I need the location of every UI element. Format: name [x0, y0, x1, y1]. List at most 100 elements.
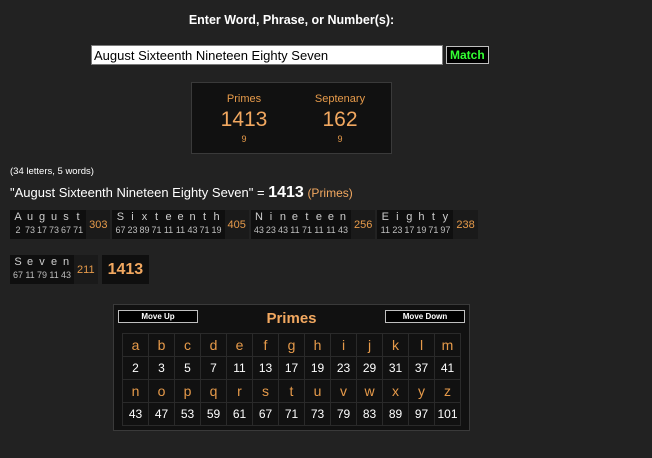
cipher-letter: e [226, 333, 253, 357]
cipher-value: 37 [408, 356, 435, 380]
cipher-value-row: 43 47 53 59 61 67 71 73 79 83 89 97 101 [122, 402, 461, 426]
cipher-value: 2 [122, 356, 149, 380]
cipher-letter: n [122, 379, 149, 403]
letter-value: 11 [25, 270, 35, 280]
letter-cell: S 67 [12, 255, 24, 284]
letter-value: 71 [428, 225, 439, 235]
cipher-value: 7 [200, 356, 227, 380]
word-block: S 67 e 11 v 79 e 11 n 43 211 [10, 255, 98, 284]
letter-cell: u 73 [48, 210, 60, 239]
move-down-button[interactable]: Move Down [385, 310, 465, 323]
search-row: Match [91, 45, 489, 65]
word-block: A 2 u 73 g 17 u 73 s 67 t 71 303 [10, 210, 111, 239]
word-letters: N 43 i 23 n 43 e 11 t 71 e 11 e 11 n 43 [251, 210, 351, 239]
letter-value: 67 [61, 225, 72, 235]
word-block: N 43 i 23 n 43 e 11 t 71 e 11 e 11 n 43 256 [250, 210, 376, 239]
letter-char: g [38, 211, 46, 223]
letter-value: 73 [49, 225, 60, 235]
letter-char: e [177, 211, 184, 223]
letter-char: i [396, 211, 399, 223]
gematria-page: Enter Word, Phrase, or Number(s): Match … [0, 0, 652, 458]
phrase-cipher-label: (Primes) [307, 186, 353, 200]
cipher-letter: q [200, 379, 227, 403]
letter-cell: t 71 [301, 210, 313, 239]
letter-value: 67 [115, 225, 126, 235]
letter-value: 73 [25, 225, 36, 235]
letter-char: s [63, 211, 69, 223]
letter-value: 23 [392, 225, 403, 235]
word-letters: S 67 i 23 x 89 t 71 e 11 e 11 n 43 t 71 h 19 [112, 210, 224, 239]
word-letters: E 11 i 23 g 17 h 19 t 71 y 97 [377, 210, 453, 239]
cipher-value: 5 [174, 356, 201, 380]
letter-char: u [50, 211, 58, 223]
letter-value: 19 [211, 225, 222, 235]
cipher-value: 97 [408, 402, 435, 426]
word-sum: 303 [86, 210, 111, 239]
letter-char: e [291, 211, 299, 223]
letter-char: t [154, 211, 159, 223]
letter-cell: t 71 [150, 210, 162, 239]
cipher-letter: y [408, 379, 435, 403]
cipher-letter: c [174, 333, 201, 357]
letter-cell: S 67 [114, 210, 126, 239]
cipher-table-panel: Move Up Primes Move Down abcdefghijklm23… [113, 304, 470, 431]
letter-char: A [14, 211, 22, 223]
summary-septenary[interactable]: Septenary 162 9 [300, 93, 380, 144]
letter-word-count: (34 letters, 5 words) [10, 166, 94, 177]
letter-value: 11 [314, 225, 324, 235]
letter-value: 97 [440, 225, 451, 235]
cipher-value: 43 [122, 402, 149, 426]
letter-char: e [315, 211, 323, 223]
letter-char: e [50, 256, 58, 268]
cipher-value: 13 [252, 356, 279, 380]
letter-char: e [327, 211, 335, 223]
word-letters: S 67 e 11 v 79 e 11 n 43 [10, 255, 74, 284]
cipher-value: 71 [278, 402, 305, 426]
letter-value: 11 [380, 225, 391, 235]
letter-cell: i 23 [126, 210, 138, 239]
match-button[interactable]: Match [446, 46, 489, 64]
word-block: S 67 i 23 x 89 t 71 e 11 e 11 n 43 t 71 h 19 405 [112, 210, 249, 239]
letter-cell: n 43 [187, 210, 199, 239]
letter-cell: u 73 [24, 210, 36, 239]
letter-char: n [189, 211, 196, 223]
letter-value: 11 [163, 225, 174, 235]
letter-char: n [279, 211, 286, 223]
phrase-input[interactable] [91, 45, 443, 65]
letter-char: e [26, 256, 34, 268]
letter-cell: g 17 [403, 210, 415, 239]
cipher-letter: l [408, 333, 435, 357]
letter-value: 67 [13, 270, 24, 280]
cipher-value: 67 [252, 402, 279, 426]
letter-value: 71 [151, 225, 162, 235]
letter-char: n [62, 256, 70, 268]
cipher-summary: Primes 1413 9 Septenary 162 9 [191, 82, 392, 154]
letter-cell: g 17 [36, 210, 48, 239]
cipher-value: 11 [226, 356, 253, 380]
summary-septenary-reduction: 9 [337, 134, 343, 144]
letter-cell: e 11 [313, 210, 325, 239]
letter-cell: y 97 [439, 210, 451, 239]
cipher-letter: d [200, 333, 227, 357]
letter-char: v [39, 256, 45, 268]
phrase-result-line: "August Sixteenth Nineteen Eighty Seven"… [10, 184, 353, 202]
breakdown-row: A 2 u 73 g 17 u 73 s 67 t 71 303 S 67 i 23 x 89 t 71 e 11 e 11 n 4… [10, 210, 480, 239]
letter-char: h [213, 211, 220, 223]
letter-value: 89 [139, 225, 150, 235]
letter-value: 43 [253, 225, 264, 235]
letter-char: t [76, 211, 80, 223]
word-letters: A 2 u 73 g 17 u 73 s 67 t 71 [10, 210, 86, 239]
letter-char: t [431, 211, 435, 223]
cipher-value: 41 [434, 356, 461, 380]
cipher-letter: f [252, 333, 279, 357]
cipher-letter-row: nopqrstuvwxyz [122, 379, 461, 403]
cipher-letter: g [278, 333, 305, 357]
letter-value: 11 [326, 225, 336, 235]
letter-value: 23 [127, 225, 138, 235]
letter-value: 43 [187, 225, 198, 235]
summary-primes[interactable]: Primes 1413 9 [204, 93, 284, 144]
letter-char: N [254, 211, 263, 223]
cipher-value: 23 [330, 356, 357, 380]
letter-cell: h 19 [211, 210, 223, 239]
cipher-value: 101 [434, 402, 461, 426]
